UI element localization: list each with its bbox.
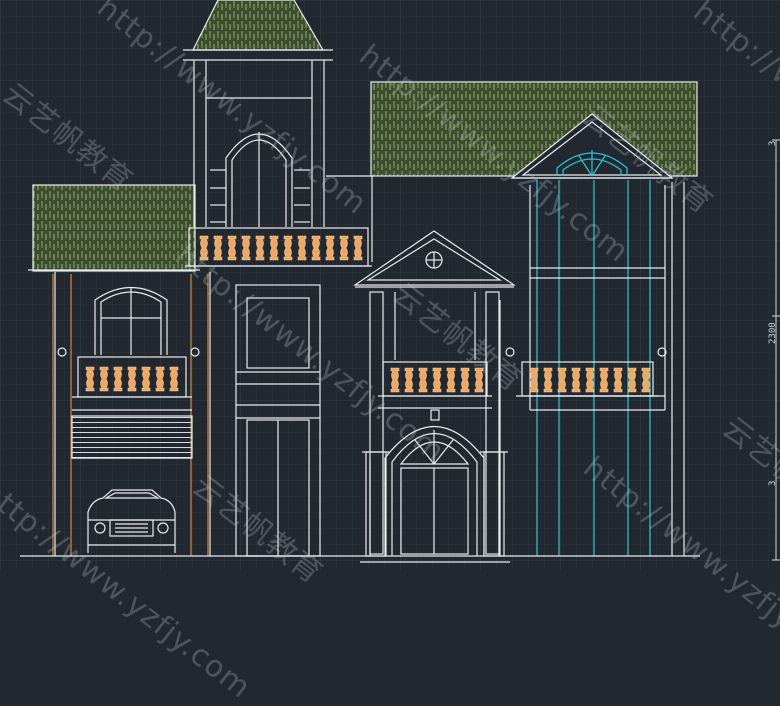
- cad-viewport[interactable]: http://www.yzfjy.com http://www.yzfjy.co…: [0, 0, 780, 706]
- ruler-label-top: 3: [768, 140, 778, 146]
- ruler-label-bottom: 3: [768, 480, 778, 486]
- elevation-drawing[interactable]: [0, 0, 780, 571]
- right-railing: [529, 367, 651, 393]
- garage-shutter: [71, 415, 193, 459]
- left-wing-roof: [32, 184, 196, 272]
- ruler-label-mid: 2300: [768, 322, 778, 344]
